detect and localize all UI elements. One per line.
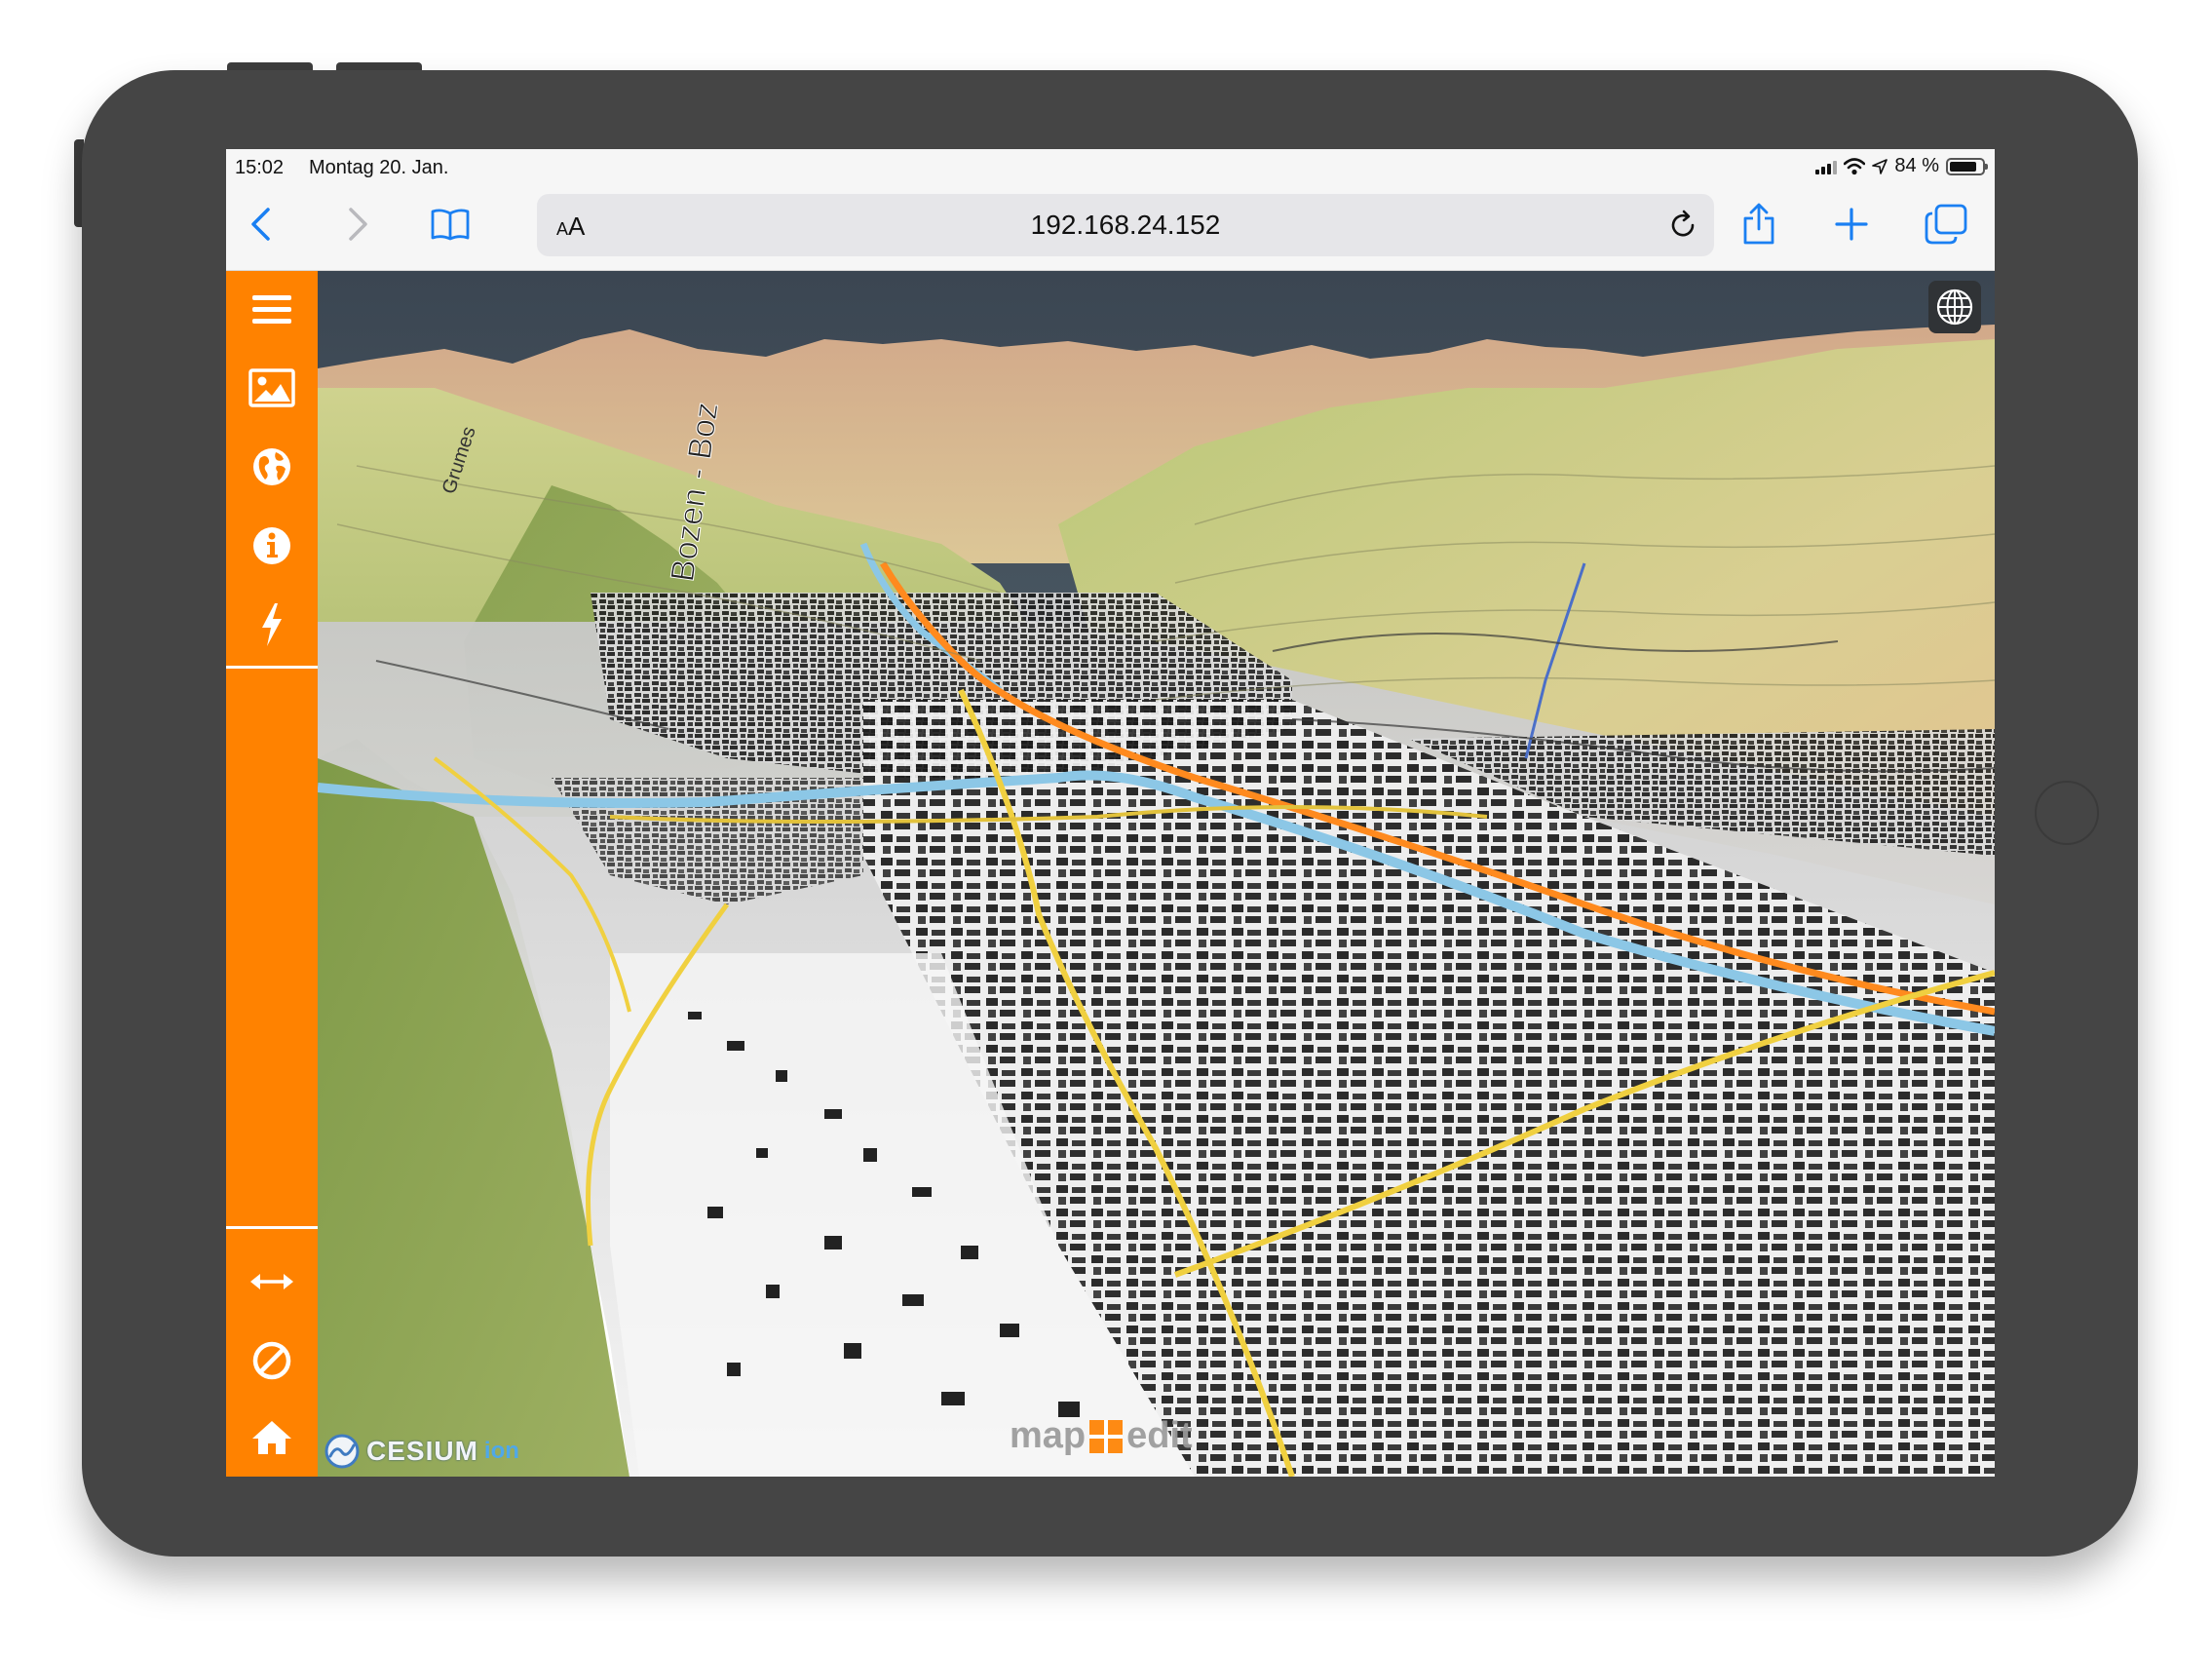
tablet-screen: 15:02 Montag 20. Jan. 84 % AA 192.168.24… (226, 149, 1995, 1477)
forward-chevron-icon[interactable] (333, 200, 382, 249)
sidebar-menu-button[interactable] (240, 281, 304, 339)
horizontal-arrows-icon (250, 1274, 293, 1289)
url-text[interactable]: 192.168.24.152 (537, 210, 1714, 241)
lightning-icon (262, 603, 282, 646)
menu-hamburger-icon (252, 295, 291, 324)
plus-icon[interactable] (1827, 200, 1876, 249)
image-layer-icon (248, 368, 295, 407)
prohibited-circle-icon (252, 1341, 291, 1380)
sidebar (226, 271, 318, 1477)
status-indicators: 84 % (1815, 155, 1988, 177)
home-icon (252, 1421, 291, 1454)
terrain-map-3d[interactable]: Bozen - Boz Grumes (318, 271, 1995, 1477)
status-bar: 15:02 Montag 20. Jan. 84 % (226, 149, 1995, 184)
cesium-wordmark: CESIUM (366, 1436, 478, 1466)
battery-percent: 84 % (1894, 155, 1939, 176)
reload-icon[interactable] (1665, 208, 1700, 243)
sidebar-imagery-button[interactable] (240, 359, 304, 417)
sidebar-clear-button[interactable] (240, 1331, 304, 1390)
share-icon[interactable] (1735, 200, 1783, 249)
tablet-home-button[interactable] (2035, 781, 2099, 845)
sidebar-globe-button[interactable] (240, 438, 304, 496)
sidebar-home-button[interactable] (240, 1408, 304, 1467)
cellular-signal-icon (1815, 159, 1838, 174)
browser-toolbar: AA 192.168.24.152 (226, 184, 1995, 271)
mapedit-edit-text: edit (1126, 1415, 1193, 1456)
sidebar-width-toggle-button[interactable] (240, 1252, 304, 1311)
cesium-ion-wordmark: ion (483, 1438, 519, 1464)
scene-mode-button[interactable] (1928, 281, 1981, 333)
battery-icon (1946, 157, 1988, 175)
mapedit-logo: map edit (1010, 1415, 1193, 1457)
globe-icon (253, 448, 290, 485)
cesium-logo-icon (324, 1434, 360, 1469)
address-bar[interactable]: AA 192.168.24.152 (537, 194, 1714, 256)
cesium-ion-logo[interactable]: CESIUM ion (324, 1432, 519, 1471)
mapedit-square-icon (1089, 1419, 1124, 1453)
location-arrow-icon (1872, 158, 1888, 174)
map-viewport[interactable]: Bozen - Boz Grumes CESIUM ion map edit (318, 271, 1995, 1477)
sidebar-divider-top (226, 666, 318, 669)
status-time: 15:02 (235, 157, 285, 178)
sidebar-divider-bottom (226, 1226, 318, 1229)
sidebar-lightning-button[interactable] (240, 596, 304, 654)
tabs-icon[interactable] (1922, 200, 1970, 249)
back-chevron-icon[interactable] (237, 200, 286, 249)
mapedit-map-text: map (1010, 1415, 1087, 1456)
info-icon (253, 527, 290, 564)
map-application: Bozen - Boz Grumes CESIUM ion map edit (226, 271, 1995, 1477)
sidebar-info-button[interactable] (240, 517, 304, 575)
status-date: Montag 20. Jan. (309, 157, 449, 178)
wifi-icon (1844, 157, 1866, 174)
bookmarks-book-icon[interactable] (426, 200, 475, 249)
globe-wireframe-icon (1936, 288, 1973, 326)
